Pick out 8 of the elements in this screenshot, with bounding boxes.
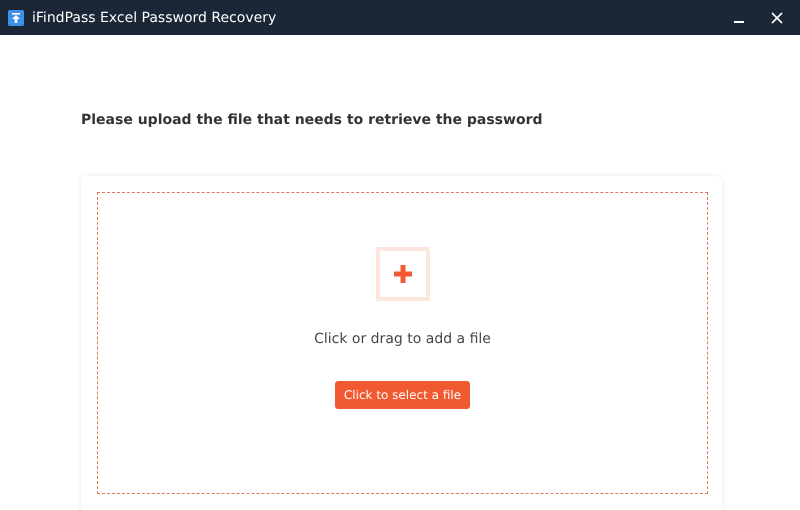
upload-icon (8, 10, 24, 26)
window-title: iFindPass Excel Password Recovery (32, 10, 278, 26)
drop-hint: Click or drag to add a file (314, 331, 491, 347)
add-file-icon (376, 247, 430, 301)
close-icon (771, 12, 783, 24)
drop-zone[interactable]: Click or drag to add a file Click to select a file (97, 192, 708, 494)
minimize-icon (734, 20, 744, 22)
upload-heading: Please upload the file that needs to retrieve the password (81, 112, 544, 128)
